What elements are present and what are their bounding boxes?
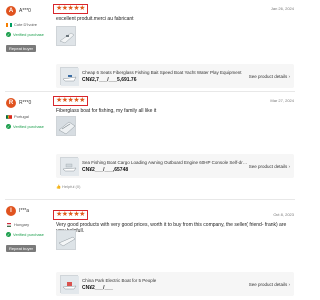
reviewer-name: I***a xyxy=(19,208,30,214)
product-price: CN¥2___/___,65748 xyxy=(82,166,129,173)
review-text: Very good products with very good prices… xyxy=(56,222,287,234)
helpful-count: Helpful (0) xyxy=(61,184,81,189)
check-icon: ✓ xyxy=(6,124,11,129)
reviewer-info: R R***0 Portugal ✓ Verified purchase xyxy=(6,98,52,129)
avatar: R xyxy=(6,98,16,108)
verified-purchase-label: Verified purchase xyxy=(13,32,44,37)
review-text: excellent produit.merci au fabricant xyxy=(56,16,134,22)
reviewer-country: Hungary xyxy=(14,222,30,227)
product-title[interactable]: China Park Electric Boat for 5 People xyxy=(82,278,249,283)
review-date: Oct 8, 2023 xyxy=(273,212,294,217)
see-product-details-link[interactable]: See product details › xyxy=(249,74,290,79)
verified-purchase-label: Verified purchase xyxy=(13,124,44,129)
reviewer-country: Cote D'Ivoire xyxy=(14,22,37,27)
reviewer-country: Portugal xyxy=(14,114,29,119)
review-photo[interactable] xyxy=(56,230,76,250)
product-card[interactable]: Sea Fishing Boat Cargo Loading Awning Ou… xyxy=(56,154,294,178)
reviewer-info: I I***a Hungary ✓ Verified purchase Repe… xyxy=(6,206,52,255)
product-title[interactable]: Cheap 6 Seats Fiberglass Fishing Bait Sp… xyxy=(82,70,249,75)
star-icons: ★★★★★ xyxy=(56,5,85,12)
star-icons: ★★★★★ xyxy=(56,211,85,218)
repeat-buyer-badge: Repeat buyer xyxy=(6,45,37,52)
review-card: R R***0 Portugal ✓ Verified purchase ★★★… xyxy=(0,92,300,200)
review-card: I I***a Hungary ✓ Verified purchase Repe… xyxy=(0,200,300,300)
product-price: CN¥2___/___ xyxy=(82,284,113,291)
reviewer-info: A A***0 Cote D'Ivoire ✓ Verified purchas… xyxy=(6,6,52,55)
flag-icon xyxy=(7,222,11,227)
product-card[interactable]: China Park Electric Boat for 5 People CN… xyxy=(56,272,294,296)
avatar: A xyxy=(6,6,16,16)
review-photo[interactable] xyxy=(56,26,76,46)
reviewer-name: A***0 xyxy=(19,8,31,14)
thumbs-up-icon: 👍 xyxy=(56,184,61,189)
repeat-buyer-badge: Repeat buyer xyxy=(6,245,37,252)
product-price: CN¥2,7___/___5,691.76 xyxy=(82,76,137,83)
rating-stars: ★★★★★ xyxy=(53,4,88,14)
flag-icon xyxy=(6,114,12,119)
see-product-details-link[interactable]: See product details › xyxy=(249,282,290,287)
review-card: A A***0 Cote D'Ivoire ✓ Verified purchas… xyxy=(0,0,300,92)
product-thumbnail[interactable] xyxy=(60,275,79,294)
reviewer-name: R***0 xyxy=(19,100,32,106)
verified-purchase-label: Verified purchase xyxy=(13,232,44,237)
avatar: I xyxy=(6,206,16,216)
review-text: Fiberglass boat for fishing, my family a… xyxy=(56,108,157,114)
product-thumbnail[interactable] xyxy=(60,67,79,86)
helpful-button[interactable]: 👍 Helpful (0) xyxy=(56,184,80,189)
star-icons: ★★★★★ xyxy=(56,97,85,104)
check-icon: ✓ xyxy=(6,232,11,237)
rating-stars: ★★★★★ xyxy=(53,210,88,220)
flag-icon xyxy=(6,22,12,27)
review-date: Jan 26, 2024 xyxy=(270,6,294,11)
review-date: Mar 27, 2024 xyxy=(270,98,294,103)
product-title[interactable]: Sea Fishing Boat Cargo Loading Awning Ou… xyxy=(82,160,249,165)
product-thumbnail[interactable] xyxy=(60,157,79,176)
rating-stars: ★★★★★ xyxy=(53,96,88,106)
check-icon: ✓ xyxy=(6,32,11,37)
product-card[interactable]: Cheap 6 Seats Fiberglass Fishing Bait Sp… xyxy=(56,64,294,88)
see-product-details-link[interactable]: See product details › xyxy=(249,164,290,169)
review-photo[interactable] xyxy=(56,116,76,136)
